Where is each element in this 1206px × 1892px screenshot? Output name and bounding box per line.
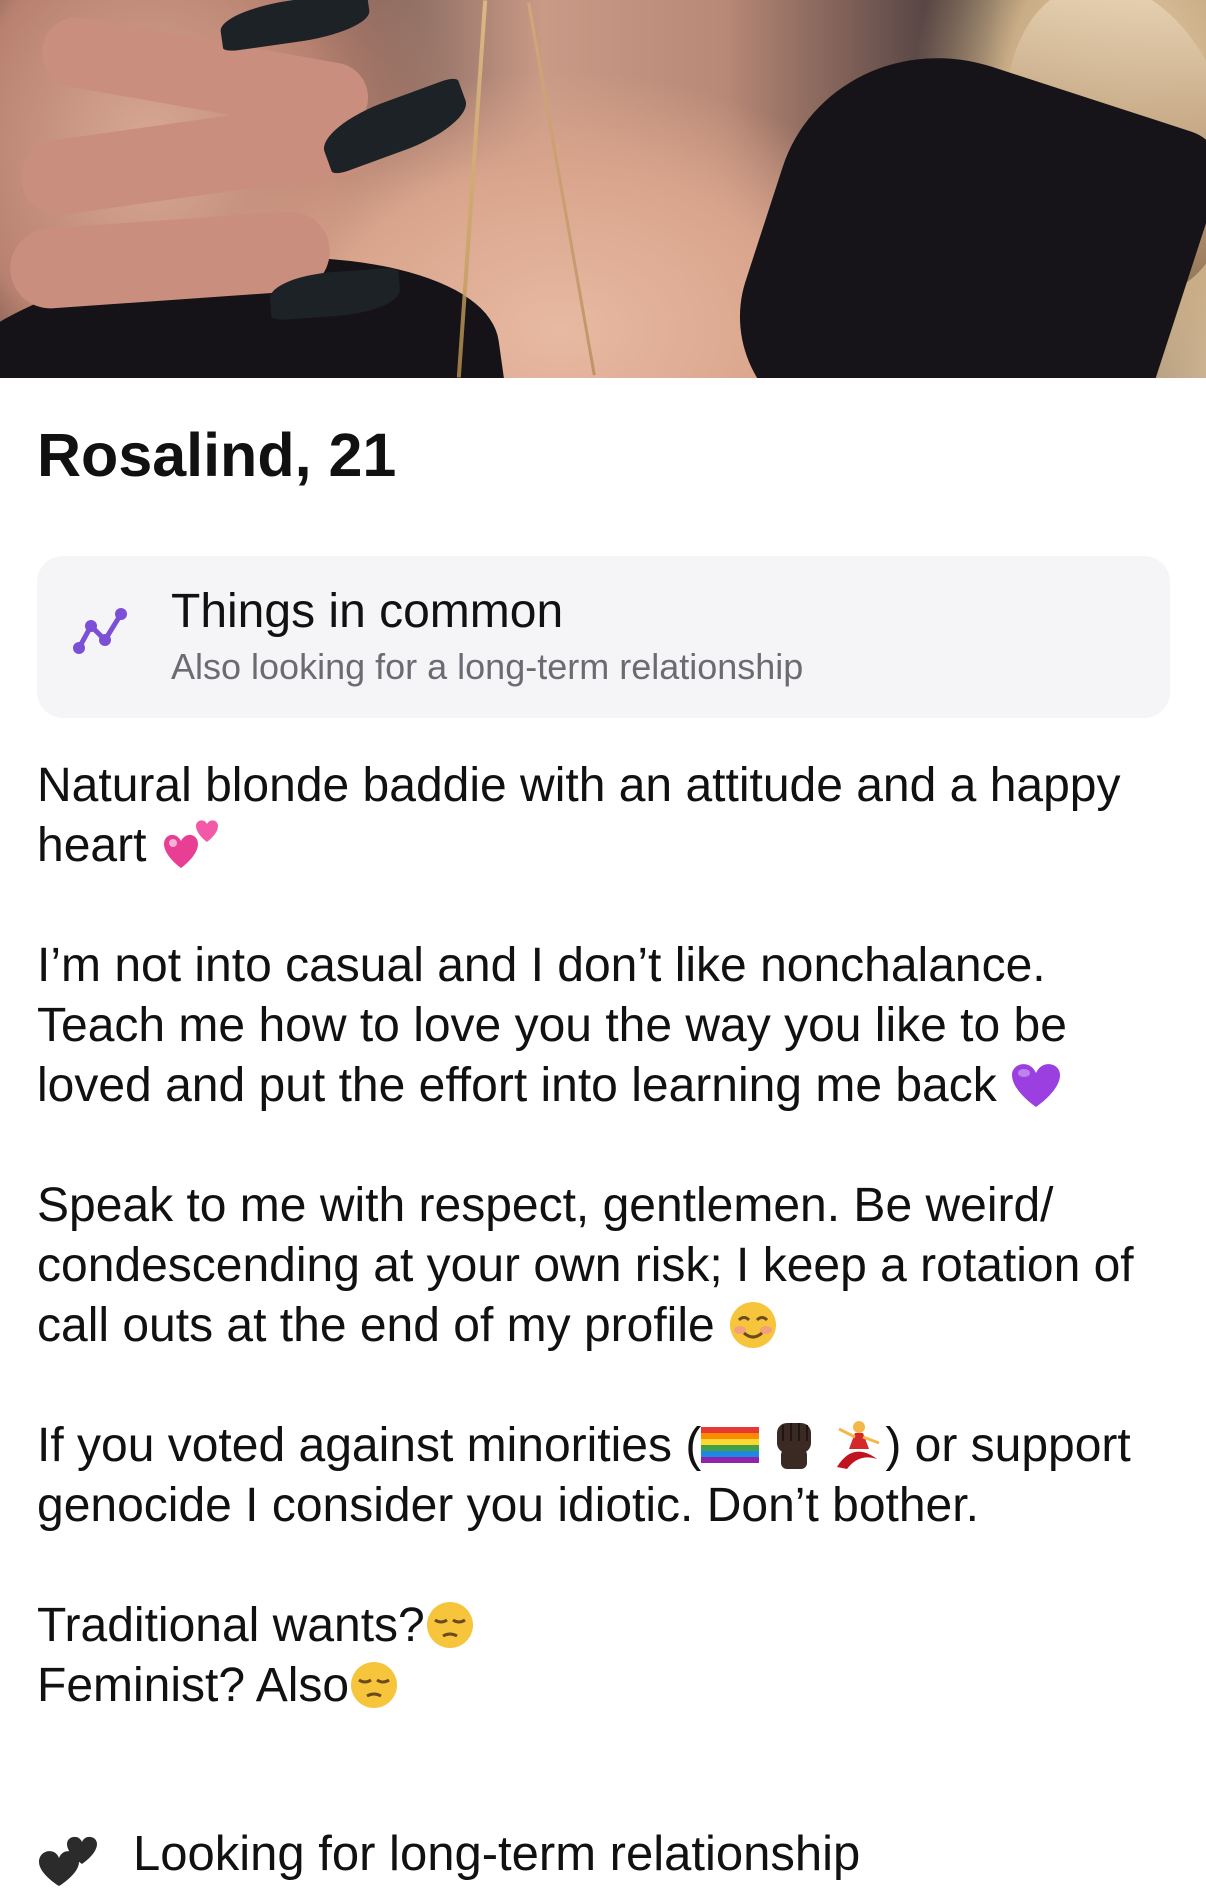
photo-necklace-2: [527, 2, 596, 376]
profile-photo[interactable]: [0, 0, 1206, 378]
bio-p5-line2: Feminist? Also: [37, 1659, 350, 1713]
rainbow-flag-emoji: [701, 1426, 760, 1463]
looking-for-label: Looking for long-term relationship: [133, 1827, 861, 1881]
bio-paragraph: Natural blonde baddie with an attitude a…: [37, 756, 1177, 876]
bio-paragraph: If you voted against minorities () or s…: [37, 1416, 1177, 1536]
things-in-common-subtitle: Also looking for a long-term relationshi…: [171, 646, 804, 687]
bio-paragraph: I’m not into casual and I don’t like non…: [37, 936, 1177, 1116]
bio-p5-line1: Traditional wants?: [37, 1599, 425, 1653]
bio-text: Natural blonde baddie with an attitude a…: [37, 756, 1177, 1716]
pensive-face-emoji: [425, 1600, 475, 1650]
pensive-face-emoji: [349, 1660, 399, 1710]
dancer-emoji: [829, 1419, 885, 1471]
two-hearts-outline-icon: [39, 1836, 97, 1886]
bio-p4-text-before: If you voted against minorities (: [37, 1419, 702, 1473]
profile-name-age: Rosalind, 21: [37, 421, 397, 489]
bio-paragraph: Traditional wants? Feminist? Also: [37, 1596, 1177, 1716]
bio-p3-text: Speak to me with respect, gentlemen. Be …: [37, 1179, 1134, 1353]
two-hearts-emoji: [160, 816, 218, 872]
photo-nail: [217, 0, 373, 53]
purple-heart-emoji: [1010, 1061, 1062, 1109]
smiling-face-emoji: [728, 1300, 778, 1350]
bio-paragraph: Speak to me with respect, gentlemen. Be …: [37, 1176, 1177, 1356]
connection-nodes-icon: [73, 608, 127, 654]
things-in-common-card[interactable]: Things in common Also looking for a long…: [37, 556, 1170, 718]
raised-fist-emoji: [769, 1419, 819, 1471]
things-in-common-title: Things in common: [171, 585, 564, 638]
bio-p2-text: I’m not into casual and I don’t like non…: [37, 939, 1067, 1113]
